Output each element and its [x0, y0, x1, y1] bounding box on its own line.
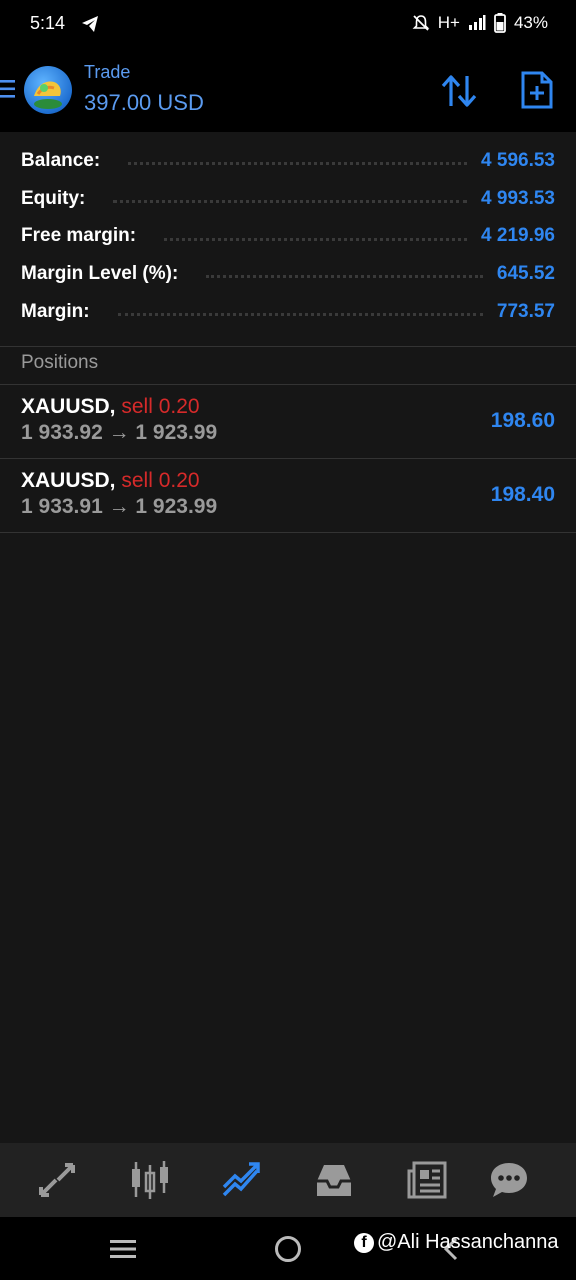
divider	[0, 532, 576, 533]
position-profit: 198.60	[490, 409, 555, 432]
position-row[interactable]: XAUUSD, sell 0.20 1 933.91 → 1 923.99 19…	[0, 459, 576, 532]
dotted-leader	[117, 313, 483, 317]
chart-icon[interactable]	[129, 1159, 171, 1201]
account-summary: Balance: 4 596.53 Equity: 4 993.53 Free …	[0, 142, 576, 330]
watermark-text: @Ali Hassanchanna	[377, 1231, 559, 1253]
position-side: sell 0.20	[121, 395, 200, 418]
summary-row-balance: Balance: 4 596.53	[0, 142, 576, 180]
summary-row-equity: Equity: 4 993.53	[0, 180, 576, 218]
position-symbol: XAUUSD,	[21, 469, 116, 492]
trade-icon[interactable]	[221, 1159, 263, 1201]
home-button[interactable]	[275, 1236, 301, 1262]
dotted-leader	[113, 200, 468, 204]
position-prices: 1 933.92 → 1 923.99	[21, 421, 218, 444]
summary-label: Equity:	[21, 187, 86, 209]
system-navigation: f @Ali Hassanchanna	[0, 1217, 576, 1280]
position-profit: 198.40	[490, 483, 555, 506]
history-icon[interactable]	[313, 1159, 355, 1201]
dotted-leader	[206, 275, 483, 279]
summary-value: 4 596.53	[481, 149, 555, 171]
summary-value: 645.52	[496, 262, 555, 284]
summary-label: Free margin:	[21, 225, 137, 247]
dotted-leader	[128, 162, 468, 166]
app-bar: Trade 397.00 USD	[0, 48, 576, 132]
summary-value: 773.57	[496, 300, 555, 322]
summary-label: Margin Level (%):	[21, 262, 179, 284]
bottom-navigation	[0, 1143, 576, 1217]
watermark: f @Ali Hassanchanna	[354, 1231, 559, 1254]
new-order-icon[interactable]	[520, 70, 554, 110]
position-title: XAUUSD, sell 0.20	[21, 469, 200, 493]
quotes-icon[interactable]	[36, 1159, 78, 1201]
status-time: 5:14	[30, 13, 66, 33]
summary-value: 4 993.53	[481, 187, 555, 209]
recents-icon[interactable]	[109, 1238, 137, 1260]
divider	[0, 346, 576, 347]
positions-header: Positions	[21, 352, 99, 373]
position-row[interactable]: XAUUSD, sell 0.20 1 933.92 → 1 923.99 19…	[0, 385, 576, 458]
position-symbol: XAUUSD,	[21, 395, 116, 418]
position-title: XAUUSD, sell 0.20	[21, 395, 200, 419]
metatrader-logo	[24, 66, 72, 114]
news-icon[interactable]	[406, 1159, 448, 1201]
dotted-leader	[164, 237, 468, 241]
network-type: H+	[437, 13, 460, 32]
signal-icon	[468, 15, 486, 30]
position-side: sell 0.20	[121, 469, 200, 492]
bell-off-icon	[412, 15, 430, 31]
summary-row-free-margin: Free margin: 4 219.96	[0, 217, 576, 255]
battery-icon	[494, 13, 506, 33]
profit-total: 397.00 USD	[84, 90, 204, 115]
page-title: Trade	[84, 62, 131, 82]
position-prices: 1 933.91 → 1 923.99	[21, 495, 218, 518]
summary-label: Balance:	[21, 149, 101, 171]
telegram-icon	[82, 16, 98, 32]
sort-icon[interactable]	[440, 72, 478, 110]
status-bar: 5:14 H+ 43%	[0, 0, 576, 48]
status-indicators: H+ 43%	[412, 13, 548, 33]
chat-icon[interactable]	[488, 1159, 530, 1201]
summary-label: Margin:	[21, 300, 90, 322]
summary-value: 4 219.96	[481, 225, 555, 247]
battery-level: 43%	[513, 13, 548, 32]
facebook-icon: f	[354, 1232, 374, 1253]
summary-row-margin: Margin: 773.57	[0, 293, 576, 331]
menu-icon[interactable]	[0, 78, 16, 100]
summary-row-margin-level: Margin Level (%): 645.52	[0, 255, 576, 293]
